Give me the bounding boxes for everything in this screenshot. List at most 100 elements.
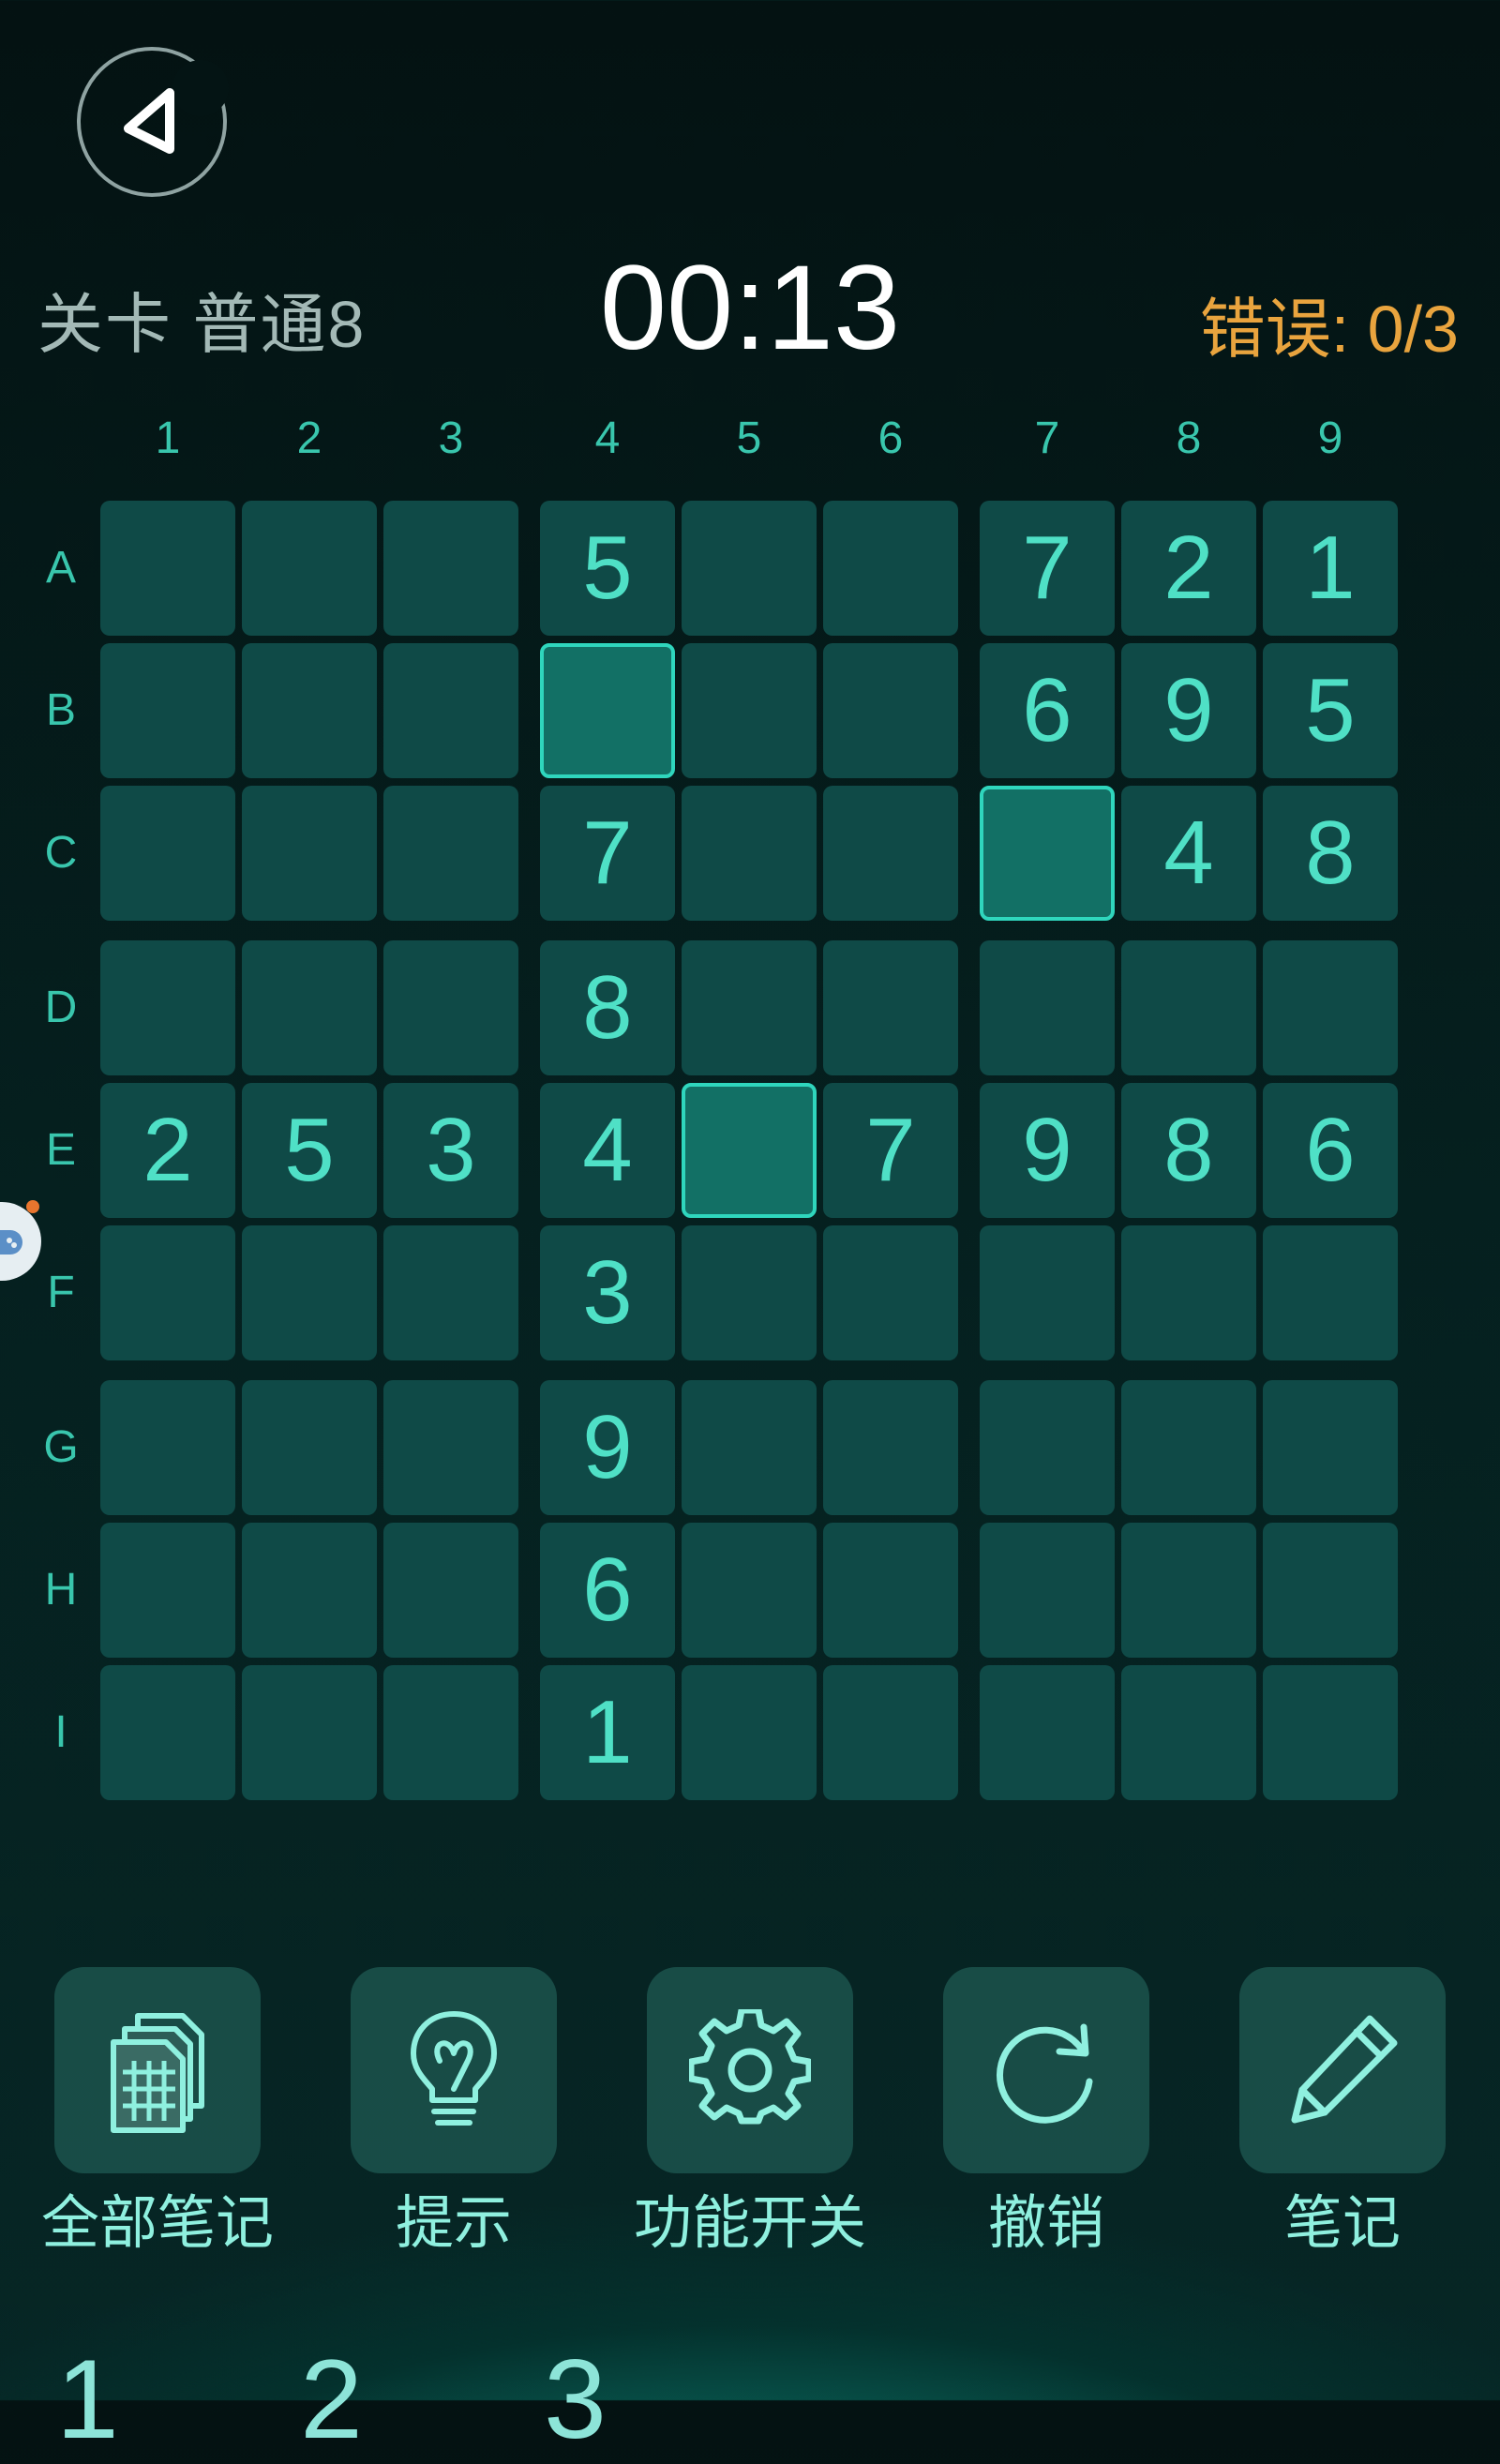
sudoku-cell[interactable]: [242, 1380, 377, 1515]
sudoku-cell[interactable]: [1263, 1665, 1398, 1800]
sudoku-cell[interactable]: [823, 786, 958, 921]
column-header: 4: [594, 413, 621, 463]
sudoku-cell[interactable]: [100, 1380, 235, 1515]
sudoku-cell[interactable]: [1263, 1380, 1398, 1515]
sudoku-cell[interactable]: [100, 1523, 235, 1658]
sudoku-cell[interactable]: [100, 1665, 235, 1800]
sudoku-cell[interactable]: [823, 1523, 958, 1658]
sudoku-cell[interactable]: 3: [540, 1225, 675, 1360]
sudoku-cell[interactable]: [980, 1225, 1115, 1360]
sudoku-cell[interactable]: 7: [540, 786, 675, 921]
sudoku-cell[interactable]: [1263, 1523, 1398, 1658]
sudoku-cell[interactable]: [1121, 1225, 1256, 1360]
sudoku-cell[interactable]: [1121, 940, 1256, 1075]
sudoku-cell[interactable]: [682, 940, 817, 1075]
sudoku-cell[interactable]: [823, 940, 958, 1075]
sudoku-cell[interactable]: [383, 1523, 518, 1658]
sudoku-cell[interactable]: [383, 643, 518, 778]
sudoku-cell[interactable]: [383, 940, 518, 1075]
sudoku-cell[interactable]: [1263, 940, 1398, 1075]
sudoku-cell[interactable]: [980, 940, 1115, 1075]
sudoku-cell[interactable]: [682, 1083, 817, 1218]
sudoku-cell[interactable]: [242, 1523, 377, 1658]
all-notes-button[interactable]: [54, 1967, 261, 2173]
undo-label: 撤销: [987, 2191, 1104, 2256]
sudoku-cell[interactable]: [100, 501, 235, 636]
gear-icon: [689, 2009, 811, 2125]
sudoku-cell[interactable]: [980, 1380, 1115, 1515]
sudoku-cell[interactable]: 7: [980, 501, 1115, 636]
sudoku-cell[interactable]: [682, 1665, 817, 1800]
sudoku-cell[interactable]: [682, 1523, 817, 1658]
undo-icon: [997, 2023, 1093, 2124]
sudoku-cell[interactable]: [823, 1380, 958, 1515]
back-button[interactable]: [77, 47, 229, 197]
sudoku-cell[interactable]: 6: [980, 643, 1115, 778]
sudoku-cell[interactable]: [383, 1225, 518, 1360]
sudoku-cell[interactable]: [383, 1665, 518, 1800]
sudoku-cell[interactable]: 7: [823, 1083, 958, 1218]
sudoku-cell[interactable]: 2: [1121, 501, 1256, 636]
sudoku-cell[interactable]: [1121, 1523, 1256, 1658]
sudoku-cell[interactable]: [242, 940, 377, 1075]
hint-button[interactable]: [351, 1967, 557, 2173]
gamepad-icon: [0, 1230, 22, 1255]
sudoku-cell[interactable]: [823, 643, 958, 778]
sudoku-cell[interactable]: [242, 1665, 377, 1800]
row-header: E: [45, 1125, 76, 1175]
sudoku-cell[interactable]: [1121, 1380, 1256, 1515]
sudoku-cell[interactable]: 4: [1121, 786, 1256, 921]
undo-button[interactable]: [943, 1967, 1149, 2173]
sudoku-cell[interactable]: [242, 643, 377, 778]
sudoku-cell[interactable]: [980, 1665, 1115, 1800]
sudoku-cell[interactable]: [100, 786, 235, 921]
sudoku-cell[interactable]: 3: [383, 1083, 518, 1218]
sudoku-cell[interactable]: [383, 786, 518, 921]
sudoku-cell[interactable]: [1121, 1665, 1256, 1800]
sudoku-cell[interactable]: [242, 1225, 377, 1360]
sudoku-cell[interactable]: [682, 501, 817, 636]
sudoku-cell[interactable]: [383, 501, 518, 636]
sudoku-cell[interactable]: 5: [1263, 643, 1398, 778]
sudoku-cell[interactable]: [980, 1523, 1115, 1658]
sudoku-cell[interactable]: 8: [540, 940, 675, 1075]
sudoku-cell[interactable]: [100, 643, 235, 778]
hint-label: 提示: [395, 2191, 512, 2256]
sudoku-cell[interactable]: [1263, 1225, 1398, 1360]
sudoku-cell[interactable]: [100, 1225, 235, 1360]
sudoku-cell[interactable]: 9: [540, 1380, 675, 1515]
sudoku-cell[interactable]: 1: [1263, 501, 1398, 636]
sudoku-cell[interactable]: [100, 940, 235, 1075]
sudoku-cell[interactable]: [980, 786, 1115, 921]
sudoku-cell[interactable]: 2: [100, 1083, 235, 1218]
sudoku-cell[interactable]: 6: [1263, 1083, 1398, 1218]
sudoku-cell[interactable]: 5: [242, 1083, 377, 1218]
back-triangle-icon: [124, 88, 174, 154]
sudoku-cell[interactable]: 6: [540, 1523, 675, 1658]
sudoku-cell[interactable]: 8: [1263, 786, 1398, 921]
sudoku-cell[interactable]: [242, 786, 377, 921]
sudoku-cell[interactable]: 5: [540, 501, 675, 636]
sudoku-cell[interactable]: [682, 786, 817, 921]
sudoku-cell[interactable]: 1: [540, 1665, 675, 1800]
column-header: 9: [1317, 413, 1343, 463]
sudoku-cell[interactable]: [682, 1225, 817, 1360]
notes-button[interactable]: [1239, 1967, 1446, 2173]
sudoku-cell[interactable]: [383, 1380, 518, 1515]
sudoku-cell[interactable]: [823, 501, 958, 636]
sudoku-cell[interactable]: 4: [540, 1083, 675, 1218]
sudoku-cell[interactable]: [540, 643, 675, 778]
settings-label: 功能开关: [633, 2191, 866, 2256]
sudoku-cell[interactable]: [242, 501, 377, 636]
sudoku-cell[interactable]: [823, 1225, 958, 1360]
row-header: I: [54, 1707, 68, 1757]
sudoku-cell[interactable]: [823, 1665, 958, 1800]
column-header: 3: [438, 413, 464, 463]
sudoku-cell[interactable]: 8: [1121, 1083, 1256, 1218]
settings-button[interactable]: [647, 1967, 853, 2173]
sudoku-cell[interactable]: [682, 643, 817, 778]
sudoku-cell[interactable]: 9: [1121, 643, 1256, 778]
row-header: H: [44, 1565, 78, 1615]
sudoku-cell[interactable]: [682, 1380, 817, 1515]
sudoku-cell[interactable]: 9: [980, 1083, 1115, 1218]
